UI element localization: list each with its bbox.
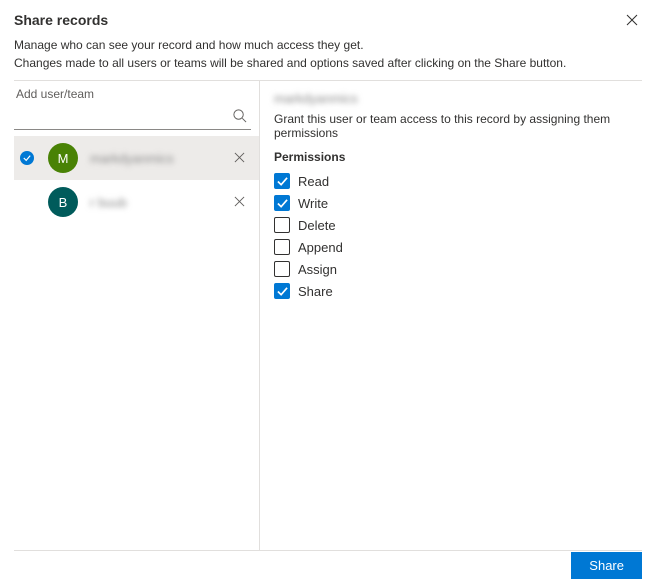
search-input[interactable] <box>14 104 251 129</box>
user-item[interactable]: Br buub <box>14 180 259 224</box>
avatar: M <box>48 143 78 173</box>
selected-user-name: markdyanmics <box>274 91 632 106</box>
permission-label: Read <box>298 174 329 189</box>
user-name: markdyanmics <box>90 151 230 166</box>
checkbox[interactable] <box>274 261 290 277</box>
check-icon <box>277 198 288 209</box>
check-icon <box>277 176 288 187</box>
footer: Share <box>571 552 642 579</box>
permission-label: Write <box>298 196 328 211</box>
permission-label: Append <box>298 240 343 255</box>
dialog-title: Share records <box>14 12 108 28</box>
add-user-label: Add user/team <box>14 81 259 104</box>
permission-item[interactable]: Write <box>274 192 632 214</box>
close-button[interactable] <box>622 12 642 31</box>
dialog-description: Manage who can see your record and how m… <box>14 36 642 72</box>
share-dialog: Share records Manage who can see your re… <box>0 0 656 551</box>
user-name: r buub <box>90 195 230 210</box>
remove-user-button[interactable] <box>230 146 249 170</box>
left-panel: Add user/team MmarkdyanmicsBr buub <box>14 81 260 550</box>
header: Share records <box>14 12 642 36</box>
desc-line-1: Manage who can see your record and how m… <box>14 36 642 54</box>
permission-item[interactable]: Assign <box>274 258 632 280</box>
permissions-list: Read Write Delete Append Assign Share <box>274 170 632 302</box>
search-row <box>14 104 251 130</box>
permission-item[interactable]: Delete <box>274 214 632 236</box>
permission-item[interactable]: Append <box>274 236 632 258</box>
user-item[interactable]: Mmarkdyanmics <box>14 136 259 180</box>
permission-label: Assign <box>298 262 337 277</box>
checkbox[interactable] <box>274 239 290 255</box>
checkbox[interactable] <box>274 217 290 233</box>
permissions-heading: Permissions <box>274 150 632 164</box>
check-icon <box>277 286 288 297</box>
avatar: B <box>48 187 78 217</box>
checkbox[interactable] <box>274 283 290 299</box>
close-icon <box>626 14 638 26</box>
grant-text: Grant this user or team access to this r… <box>274 112 632 140</box>
user-list: MmarkdyanmicsBr buub <box>14 136 259 224</box>
remove-user-button[interactable] <box>230 190 249 214</box>
permission-label: Share <box>298 284 333 299</box>
checkbox[interactable] <box>274 195 290 211</box>
checkbox[interactable] <box>274 173 290 189</box>
close-icon <box>234 196 245 207</box>
permission-item[interactable]: Read <box>274 170 632 192</box>
dialog-body: Add user/team MmarkdyanmicsBr buub markd… <box>14 81 642 551</box>
close-icon <box>234 152 245 163</box>
selected-indicator <box>20 151 34 165</box>
share-button[interactable]: Share <box>571 552 642 579</box>
permission-label: Delete <box>298 218 336 233</box>
search-icon[interactable] <box>232 108 247 123</box>
desc-line-2: Changes made to all users or teams will … <box>14 54 642 72</box>
permission-item[interactable]: Share <box>274 280 632 302</box>
right-panel: markdyanmics Grant this user or team acc… <box>260 81 642 550</box>
